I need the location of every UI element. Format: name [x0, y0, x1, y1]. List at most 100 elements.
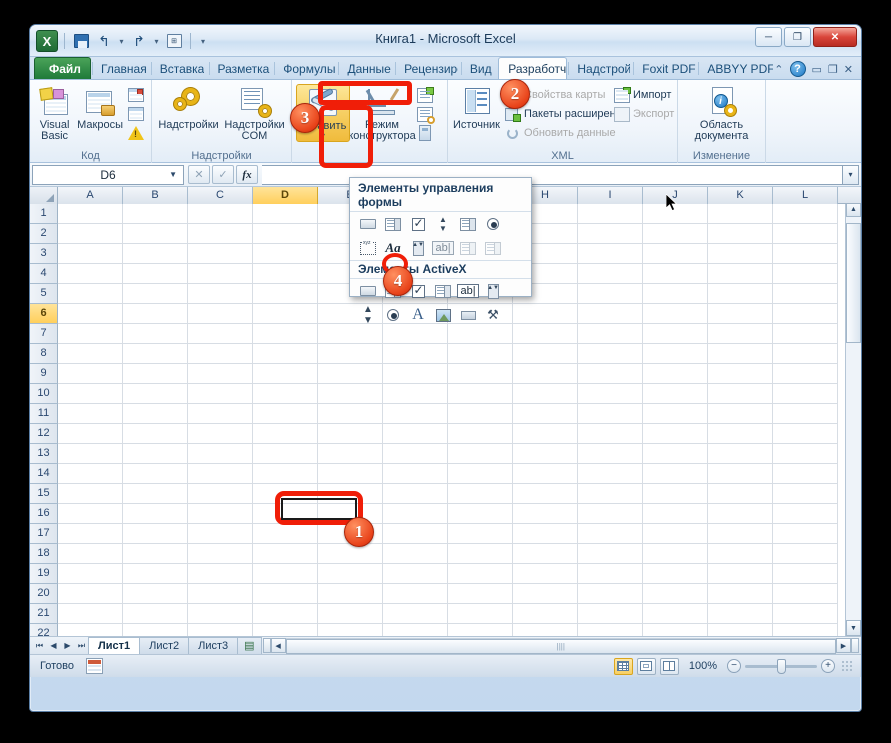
cell-H10[interactable]: [513, 384, 578, 404]
command-button-ax[interactable]: [356, 281, 380, 301]
resize-grip[interactable]: [841, 660, 853, 672]
zoom-in-button[interactable]: +: [821, 659, 835, 673]
cell-K15[interactable]: [708, 484, 773, 504]
cell-L21[interactable]: [773, 604, 838, 624]
cell-F10[interactable]: [383, 384, 448, 404]
cell-F7[interactable]: [383, 324, 448, 344]
cell-H12[interactable]: [513, 424, 578, 444]
cell-H8[interactable]: [513, 344, 578, 364]
prev-sheet-button[interactable]: ◀: [47, 639, 60, 653]
cell-I6[interactable]: [578, 304, 643, 324]
cell-C10[interactable]: [188, 384, 253, 404]
cell-C1[interactable]: [188, 204, 253, 224]
cell-K17[interactable]: [708, 524, 773, 544]
cell-F21[interactable]: [383, 604, 448, 624]
scroll-bar-control[interactable]: ▲▼: [406, 238, 430, 258]
cell-B1[interactable]: [123, 204, 188, 224]
column-header-B[interactable]: B: [123, 187, 188, 204]
cell-I8[interactable]: [578, 344, 643, 364]
cell-I2[interactable]: [578, 224, 643, 244]
cell-L9[interactable]: [773, 364, 838, 384]
cell-I18[interactable]: [578, 544, 643, 564]
cell-D3[interactable]: [253, 244, 318, 264]
cell-K1[interactable]: [708, 204, 773, 224]
cell-I19[interactable]: [578, 564, 643, 584]
cell-B21[interactable]: [123, 604, 188, 624]
cell-A13[interactable]: [58, 444, 123, 464]
chevron-down-icon[interactable]: ▼: [169, 170, 177, 179]
row-header-9[interactable]: 9: [30, 364, 58, 384]
cell-D1[interactable]: [253, 204, 318, 224]
cell-B5[interactable]: [123, 284, 188, 304]
cell-D6[interactable]: [253, 304, 318, 324]
spin-button-ax[interactable]: ▲▼: [356, 305, 380, 325]
row-header-18[interactable]: 18: [30, 544, 58, 564]
cell-J15[interactable]: [643, 484, 708, 504]
label-ax[interactable]: A: [406, 305, 430, 325]
cell-K13[interactable]: [708, 444, 773, 464]
cell-F19[interactable]: [383, 564, 448, 584]
first-sheet-button[interactable]: ⏮: [33, 639, 46, 653]
cell-H14[interactable]: [513, 464, 578, 484]
option-button-control[interactable]: [481, 214, 505, 234]
cell-A16[interactable]: [58, 504, 123, 524]
macros-button[interactable]: Макросы: [76, 84, 124, 131]
toggle-button-ax[interactable]: [456, 305, 480, 325]
cell-I9[interactable]: [578, 364, 643, 384]
cell-J16[interactable]: [643, 504, 708, 524]
scroll-left-button[interactable]: ◀: [271, 638, 286, 653]
cell-B17[interactable]: [123, 524, 188, 544]
cell-C6[interactable]: [188, 304, 253, 324]
insert-function-button[interactable]: fx: [236, 165, 258, 184]
help-icon[interactable]: ?: [790, 61, 806, 77]
cell-A1[interactable]: [58, 204, 123, 224]
cell-G18[interactable]: [448, 544, 513, 564]
cell-J14[interactable]: [643, 464, 708, 484]
label-control[interactable]: Aa: [381, 238, 405, 258]
cell-H19[interactable]: [513, 564, 578, 584]
cell-B13[interactable]: [123, 444, 188, 464]
cell-D11[interactable]: [253, 404, 318, 424]
cell-F17[interactable]: [383, 524, 448, 544]
window-restore-icon[interactable]: ❐: [828, 63, 838, 76]
cell-B2[interactable]: [123, 224, 188, 244]
cell-B3[interactable]: [123, 244, 188, 264]
cell-B14[interactable]: [123, 464, 188, 484]
export-button[interactable]: Экспорт: [611, 105, 673, 123]
cell-G13[interactable]: [448, 444, 513, 464]
cell-C17[interactable]: [188, 524, 253, 544]
column-header-C[interactable]: C: [188, 187, 253, 204]
cell-B6[interactable]: [123, 304, 188, 324]
cell-A18[interactable]: [58, 544, 123, 564]
cell-J11[interactable]: [643, 404, 708, 424]
cell-E14[interactable]: [318, 464, 383, 484]
document-panel-button[interactable]: i Область документа: [686, 84, 758, 142]
horizontal-scroll-track[interactable]: ||||: [286, 638, 836, 653]
cell-D13[interactable]: [253, 444, 318, 464]
cell-I1[interactable]: [578, 204, 643, 224]
cell-K12[interactable]: [708, 424, 773, 444]
cell-E13[interactable]: [318, 444, 383, 464]
cell-F8[interactable]: [383, 344, 448, 364]
cell-A8[interactable]: [58, 344, 123, 364]
cell-C5[interactable]: [188, 284, 253, 304]
cell-F20[interactable]: [383, 584, 448, 604]
tab-abbyy-pdf[interactable]: ABBYY PDF: [697, 57, 774, 79]
cell-K9[interactable]: [708, 364, 773, 384]
macro-security-button[interactable]: [125, 124, 147, 142]
com-addins-button[interactable]: Надстройки COM: [222, 84, 287, 142]
cell-B10[interactable]: [123, 384, 188, 404]
cell-L8[interactable]: [773, 344, 838, 364]
insert-controls-dropdown[interactable]: Элементы управления формы ▲▼ xyz Aa ▲▼ a…: [349, 177, 532, 297]
cell-B16[interactable]: [123, 504, 188, 524]
row-header-13[interactable]: 13: [30, 444, 58, 464]
column-header-L[interactable]: L: [773, 187, 838, 204]
cell-C20[interactable]: [188, 584, 253, 604]
zoom-track[interactable]: [745, 665, 817, 668]
cell-J22[interactable]: [643, 624, 708, 636]
row-header-5[interactable]: 5: [30, 284, 58, 304]
last-sheet-button[interactable]: ⏭: [75, 639, 88, 653]
row-header-16[interactable]: 16: [30, 504, 58, 524]
cell-H16[interactable]: [513, 504, 578, 524]
cell-A19[interactable]: [58, 564, 123, 584]
